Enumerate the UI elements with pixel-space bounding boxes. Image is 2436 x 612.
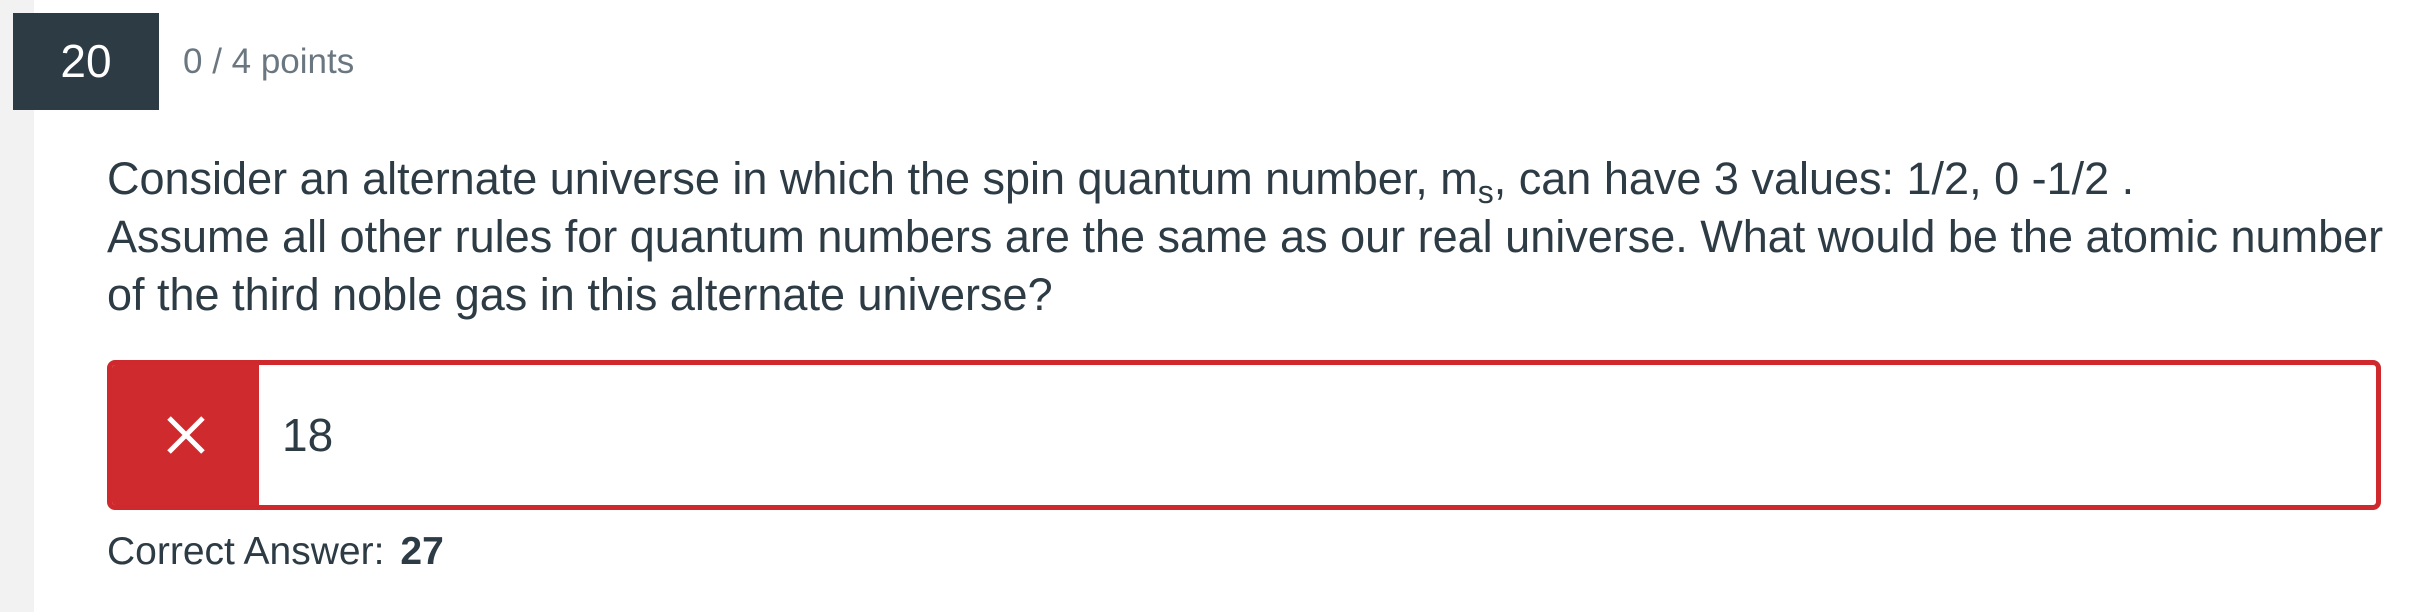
question-text: Consider an alternate universe in which … — [107, 150, 2397, 324]
question-text-subscript: s — [1477, 174, 1494, 210]
question-number-badge: 20 — [13, 13, 159, 110]
question-text-line2: Assume all other rules for quantum numbe… — [107, 211, 2384, 320]
incorrect-flag — [112, 365, 259, 505]
close-icon — [167, 416, 205, 454]
points-score: 0 / 4 points — [183, 42, 355, 81]
correct-answer: Correct Answer: 27 — [107, 528, 444, 576]
question-text-line1-post: , can have 3 values: 1/2, 0 -1/2 . — [1493, 153, 2135, 204]
quiz-question-panel: 20 0 / 4 points Consider an alternate un… — [0, 0, 2436, 612]
submitted-answer: 18 — [282, 409, 334, 461]
correct-answer-value: 27 — [400, 530, 444, 573]
question-text-line1-pre: Consider an alternate universe in which … — [107, 153, 1478, 204]
answer-box: 18 — [107, 360, 2381, 510]
correct-answer-label: Correct Answer: — [107, 530, 385, 573]
